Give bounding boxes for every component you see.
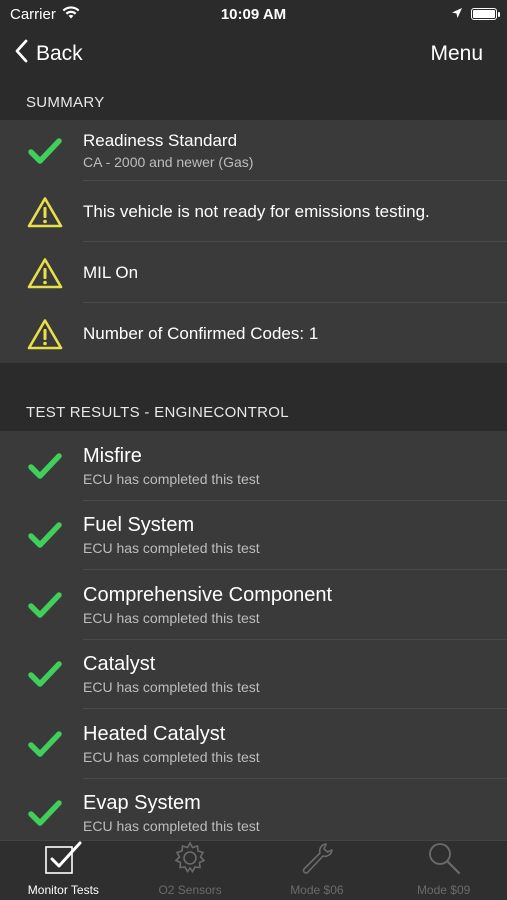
test-title: Catalyst (83, 653, 156, 676)
test-status: ECU has completed this test (83, 679, 260, 696)
summary-item-title: Readiness Standard (83, 131, 238, 150)
back-button[interactable]: Back (14, 39, 83, 69)
test-row-catalyst[interactable]: Catalyst ECU has completed this test (0, 640, 507, 709)
status-bar: Carrier 10:09 AM (0, 0, 507, 28)
tab-label: Mode $06 (290, 883, 344, 897)
tab-label: Mode $09 (416, 883, 471, 897)
summary-item-title: MIL On (83, 262, 139, 282)
test-title: Evap System (83, 792, 201, 815)
check-icon (26, 725, 64, 763)
checkbox-icon (44, 841, 82, 880)
tab-mode-06[interactable]: Mode $06 (254, 841, 381, 900)
test-results-section-header: TEST RESULTS - ENGINECONTROL (0, 363, 507, 431)
test-status: ECU has completed this test (83, 818, 260, 835)
check-icon (26, 447, 64, 485)
tab-label: Monitor Tests (27, 883, 99, 897)
navigation-bar: Back Menu (0, 28, 507, 80)
gear-icon (172, 841, 208, 880)
test-title: Heated Catalyst (83, 722, 226, 745)
status-right (451, 6, 500, 23)
wifi-icon (62, 5, 80, 23)
warning-icon (26, 254, 64, 292)
check-icon (26, 655, 64, 693)
battery-icon (471, 8, 500, 20)
status-left: Carrier (10, 6, 80, 23)
test-status: ECU has completed this test (83, 540, 260, 557)
menu-button[interactable]: Menu (430, 42, 493, 66)
test-status: ECU has completed this test (83, 609, 260, 626)
test-status: ECU has completed this test (83, 748, 260, 765)
wrench-icon (299, 841, 335, 880)
tab-mode-09[interactable]: Mode $09 (380, 841, 507, 900)
check-icon (26, 516, 64, 554)
summary-header-label: SUMMARY (26, 94, 105, 111)
warning-icon (26, 315, 64, 353)
summary-item-not-ready: This vehicle is not ready for emissions … (0, 181, 507, 242)
carrier-label: Carrier (10, 5, 56, 23)
warning-icon (26, 193, 64, 231)
summary-item-confirmed-codes: Number of Confirmed Codes: 1 (0, 303, 507, 364)
tab-o2-sensors[interactable]: O2 Sensors (127, 841, 254, 900)
check-icon (26, 132, 64, 170)
tab-label: O2 Sensors (158, 883, 222, 897)
test-title: Comprehensive Component (83, 583, 333, 606)
location-arrow-icon (451, 6, 463, 23)
test-title: Misfire (83, 444, 142, 467)
check-icon (26, 586, 64, 624)
test-row-fuel-system[interactable]: Fuel System ECU has completed this test (0, 501, 507, 570)
summary-item-subtitle: CA - 2000 and newer (Gas) (83, 154, 254, 170)
test-results-header-label: TEST RESULTS - ENGINECONTROL (26, 404, 289, 421)
summary-item-title: This vehicle is not ready for emissions … (83, 201, 430, 221)
summary-item-mil: MIL On (0, 242, 507, 303)
search-icon (426, 841, 462, 880)
test-row-heated-catalyst[interactable]: Heated Catalyst ECU has completed this t… (0, 709, 507, 779)
test-status: ECU has completed this test (83, 470, 260, 487)
back-label: Back (36, 42, 83, 65)
summary-section-header: SUMMARY (0, 80, 507, 120)
tab-monitor-tests[interactable]: Monitor Tests (0, 841, 127, 900)
check-icon (26, 794, 64, 832)
summary-list: Readiness Standard CA - 2000 and newer (… (0, 120, 507, 364)
test-row-comprehensive-component[interactable]: Comprehensive Component ECU has complete… (0, 570, 507, 640)
test-row-misfire[interactable]: Misfire ECU has completed this test (0, 431, 507, 501)
tab-bar: Monitor Tests O2 Sensors Mode $06 Mode $… (0, 840, 507, 900)
summary-item-readiness-standard: Readiness Standard CA - 2000 and newer (… (0, 120, 507, 181)
test-row-evap-system[interactable]: Evap System ECU has completed this test (0, 779, 507, 849)
summary-item-title: Number of Confirmed Codes: 1 (83, 323, 319, 343)
test-title: Fuel System (83, 514, 195, 537)
chevron-left-icon (14, 39, 28, 69)
test-results-list[interactable]: Misfire ECU has completed this test Fuel… (0, 431, 507, 848)
